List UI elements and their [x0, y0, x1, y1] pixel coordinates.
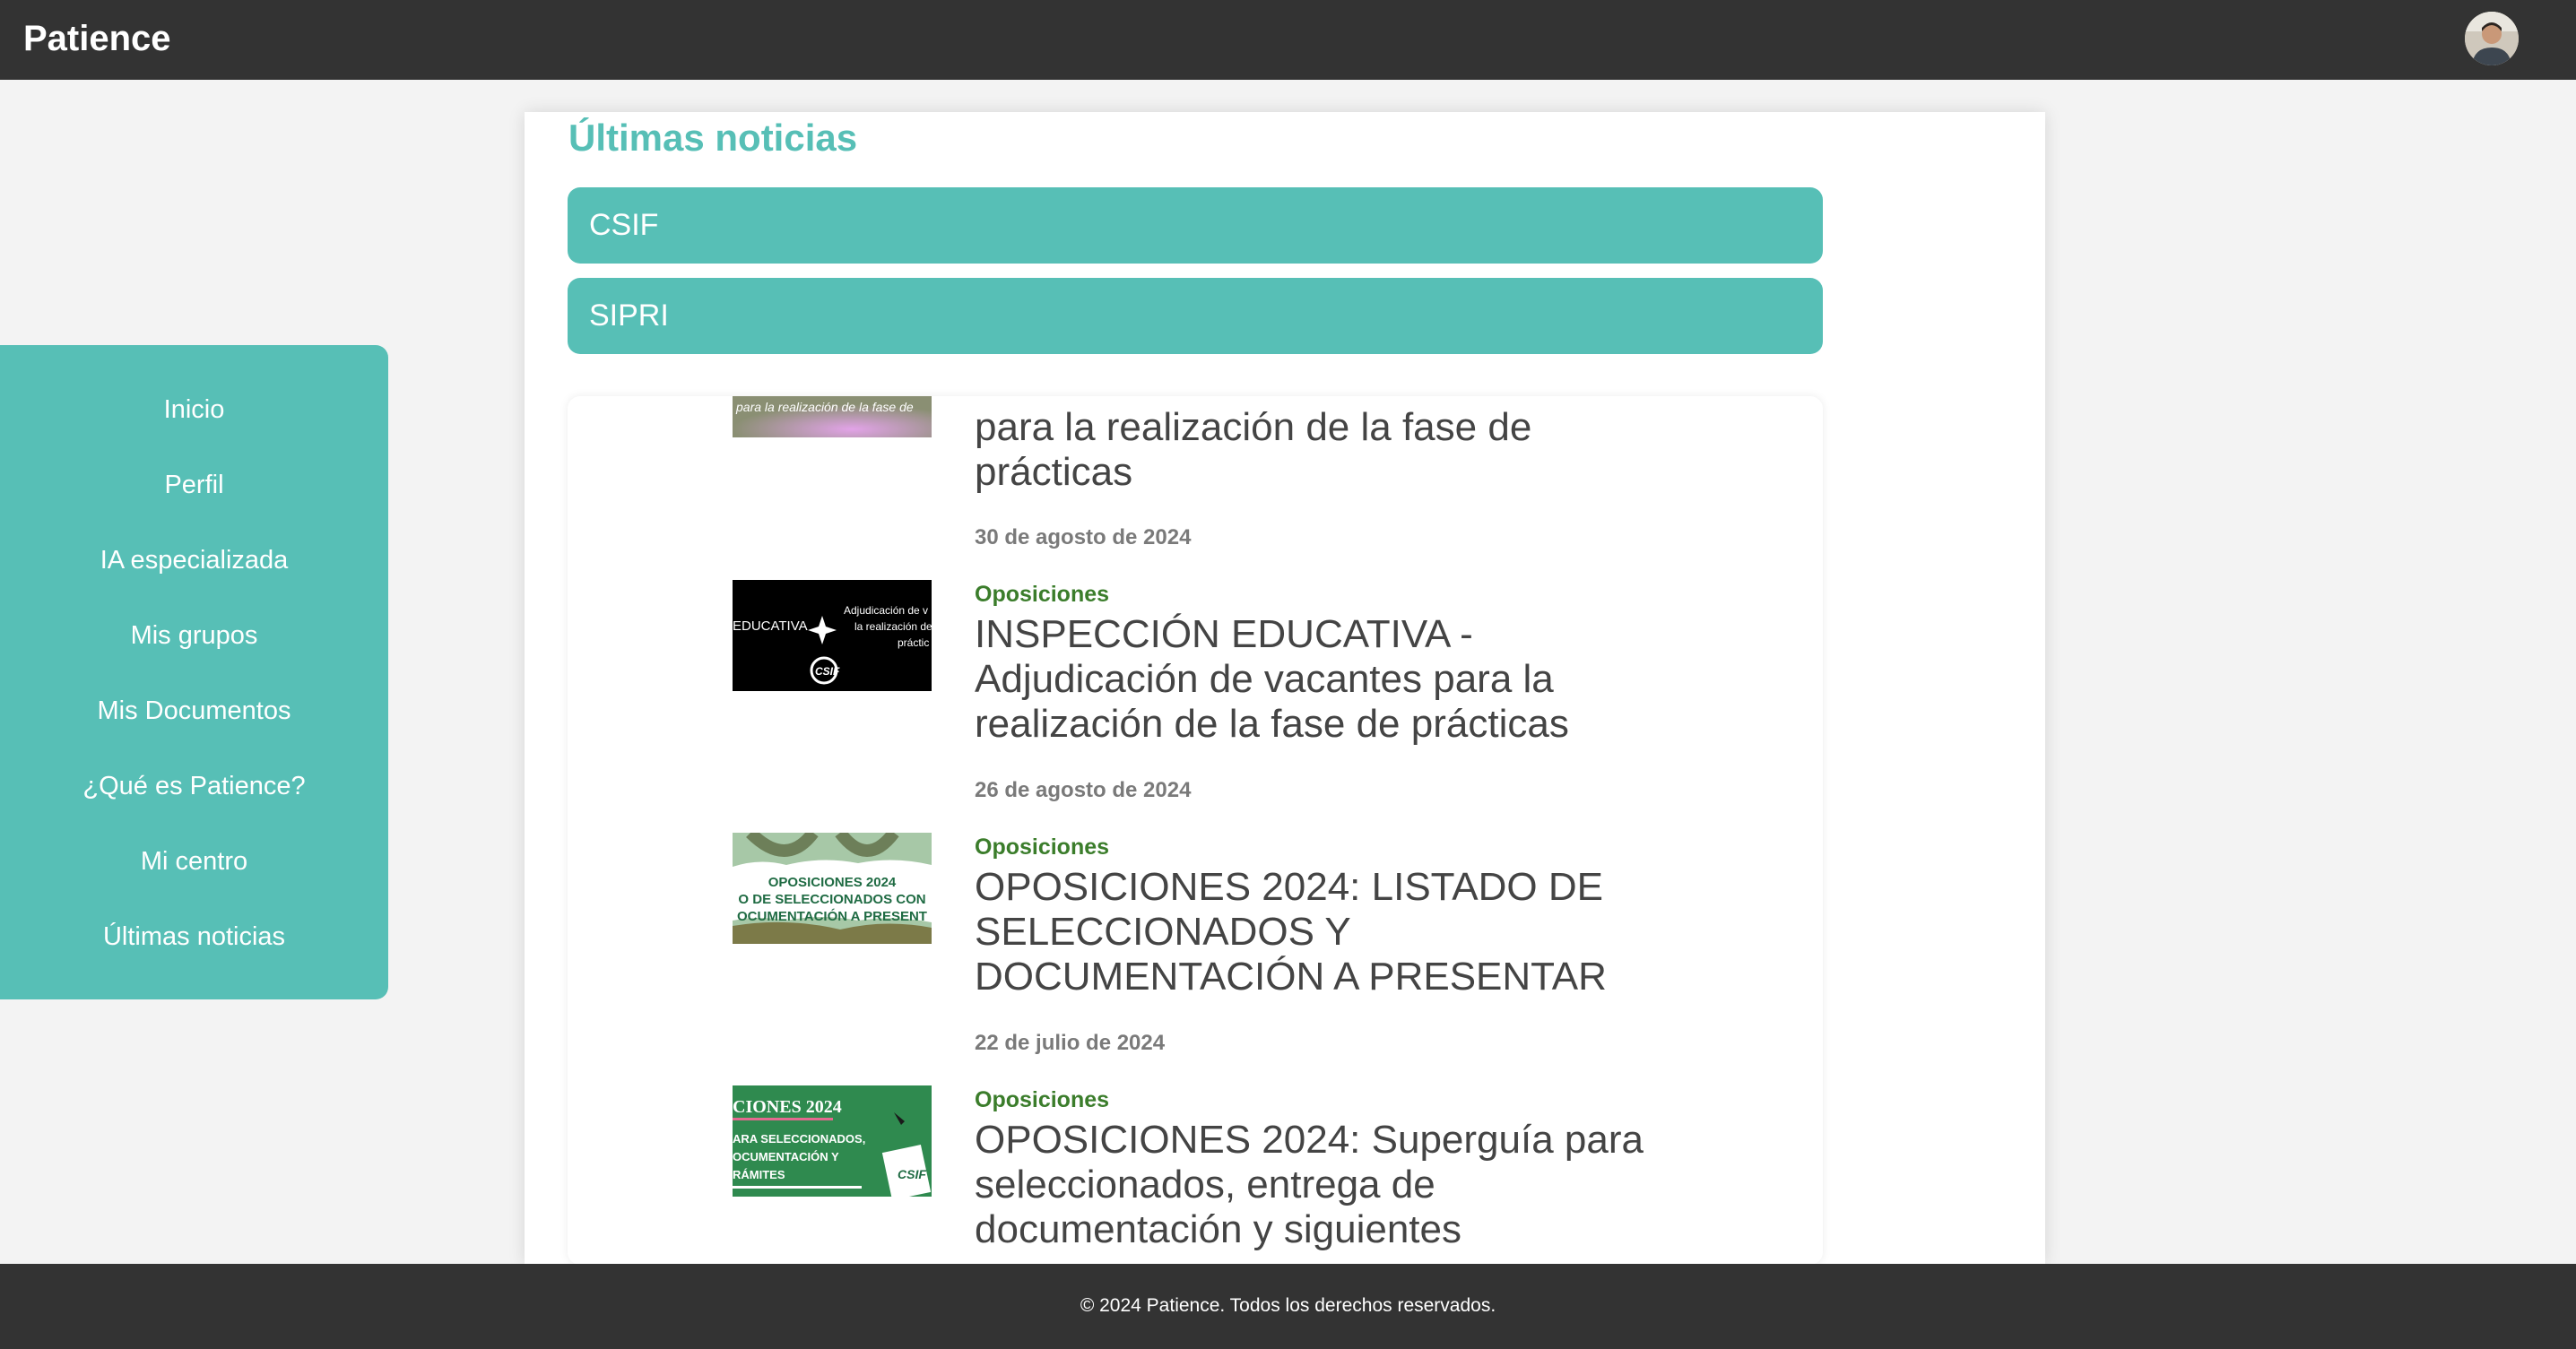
news-thumbnail[interactable]: para la realización de la fase de [733, 396, 932, 437]
sidebar-item-inicio[interactable]: Inicio [0, 393, 388, 426]
thumb-caption: CIONES 2024 [733, 1097, 842, 1117]
app-logo-title[interactable]: Patience [23, 16, 171, 61]
news-title[interactable]: para la realización de la fase de prácti… [975, 405, 1692, 495]
thumb-caption: OCUMENTACIÓN A PRESENT [737, 908, 927, 924]
sidebar-nav: Inicio Perfil IA especializada Mis grupo… [0, 345, 388, 999]
footer-copyright: © 2024 Patience. Todos los derechos rese… [1080, 1295, 1496, 1316]
news-category[interactable]: Oposiciones [975, 581, 1109, 608]
thumb-caption: para la realización de la fase de [735, 400, 914, 414]
thumb-caption: OCUMENTACIÓN Y [733, 1150, 839, 1163]
news-title[interactable]: OPOSICIONES 2024: LISTADO DE SELECCIONAD… [975, 865, 1692, 999]
thumb-caption: O DE SELECCIONADOS CON [738, 892, 925, 907]
news-feed[interactable]: para la realización de la fase de para l… [568, 396, 1823, 1265]
sidebar-item-mis-grupos[interactable]: Mis grupos [0, 619, 388, 652]
top-navbar: Patience [0, 0, 2576, 80]
news-thumbnail[interactable]: EDUCATIVA Adjudicación de v la realizaci… [733, 580, 932, 691]
sidebar-item-que-es-patience[interactable]: ¿Qué es Patience? [0, 770, 388, 802]
sidebar-item-perfil[interactable]: Perfil [0, 469, 388, 501]
sidebar-item-mis-documentos[interactable]: Mis Documentos [0, 695, 388, 727]
thumb-caption: OPOSICIONES 2024 [768, 875, 897, 890]
svg-text:CSIF: CSIF [898, 1167, 926, 1181]
news-date: 22 de julio de 2024 [975, 1031, 1166, 1055]
page-title: Últimas noticias [568, 117, 858, 159]
user-avatar-photo [2465, 12, 2519, 65]
footer: © 2024 Patience. Todos los derechos rese… [0, 1264, 2576, 1349]
thumb-caption: EDUCATIVA [733, 618, 808, 634]
source-tab-sipri[interactable]: SIPRI [568, 278, 1823, 354]
sidebar-item-mi-centro[interactable]: Mi centro [0, 845, 388, 878]
news-thumbnail[interactable]: OPOSICIONES 2024 O DE SELECCIONADOS CON … [733, 833, 932, 944]
user-avatar[interactable] [2465, 12, 2519, 65]
thumb-caption: RÁMITES [733, 1168, 785, 1181]
sidebar-item-ia-especializada[interactable]: IA especializada [0, 544, 388, 576]
thumb-caption: Adjudicación de v [844, 604, 928, 617]
thumb-caption: ARA SELECCIONADOS, [733, 1132, 865, 1146]
svg-text:CSIF: CSIF [815, 665, 840, 678]
news-date: 30 de agosto de 2024 [975, 525, 1192, 549]
news-title[interactable]: INSPECCIÓN EDUCATIVA - Adjudicación de v… [975, 612, 1692, 747]
news-thumbnail[interactable]: CIONES 2024 ARA SELECCIONADOS, OCUMENTAC… [733, 1085, 932, 1197]
news-title[interactable]: OPOSICIONES 2024: Superguía para selecci… [975, 1118, 1692, 1252]
source-tab-csif[interactable]: CSIF [568, 187, 1823, 264]
thumb-caption: práctic [898, 636, 929, 649]
sidebar-item-ultimas-noticias[interactable]: Últimas noticias [0, 921, 388, 953]
news-category[interactable]: Oposiciones [975, 834, 1109, 860]
thumb-caption: la realización de [854, 620, 932, 633]
news-category[interactable]: Oposiciones [975, 1086, 1109, 1113]
news-date: 26 de agosto de 2024 [975, 778, 1192, 802]
